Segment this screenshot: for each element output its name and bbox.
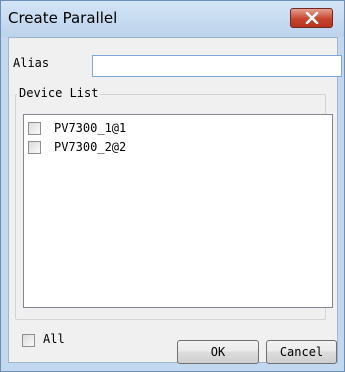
device-checkbox[interactable]	[28, 141, 41, 154]
device-label: PV7300_1@1	[54, 121, 127, 135]
alias-label: Alias	[13, 56, 50, 70]
ok-button[interactable]: OK	[177, 340, 259, 364]
title-bar[interactable]: Create Parallel	[1, 1, 344, 37]
dialog-client-area: Alias Device List PV7300_1@1 PV7300_2@2 …	[8, 37, 342, 364]
alias-input[interactable]	[92, 55, 342, 77]
device-checkbox[interactable]	[28, 122, 41, 135]
all-label: All	[43, 332, 65, 346]
device-listbox[interactable]: PV7300_1@1 PV7300_2@2	[23, 114, 333, 308]
device-label: PV7300_2@2	[54, 140, 127, 154]
all-checkbox[interactable]	[22, 334, 35, 347]
create-parallel-dialog: Create Parallel Alias Device List PV7300…	[0, 0, 345, 372]
list-item[interactable]: PV7300_1@1	[24, 119, 332, 139]
close-icon	[305, 12, 319, 24]
dialog-title: Create Parallel	[8, 9, 118, 27]
device-list-label: Device List	[17, 86, 101, 100]
close-button[interactable]	[290, 8, 333, 28]
list-item[interactable]: PV7300_2@2	[24, 138, 332, 158]
cancel-button[interactable]: Cancel	[266, 340, 337, 364]
